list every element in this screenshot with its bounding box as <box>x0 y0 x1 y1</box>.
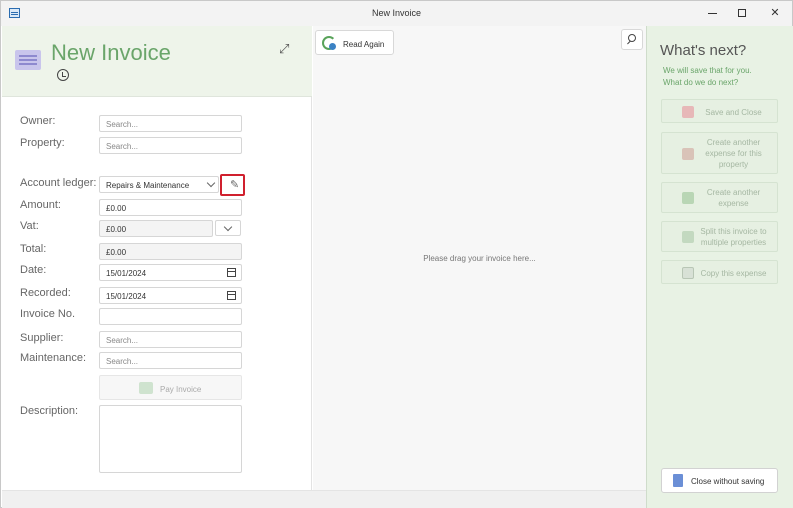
supplier-label: Supplier: <box>20 332 64 344</box>
create-expense-for-property-label: Create another expense for this property <box>705 138 762 169</box>
whats-next-title: What's next? <box>660 42 747 59</box>
trash-icon <box>673 474 683 487</box>
subtitle-line-2: What do we do next? <box>663 78 739 87</box>
minimize-button[interactable] <box>698 4 726 23</box>
date-input[interactable]: 15/01/2024 <box>99 264 242 281</box>
edit-ledger-button[interactable]: ✎ <box>220 174 245 196</box>
create-another-expense-button[interactable]: Create another expense <box>661 182 778 213</box>
read-again-button[interactable]: Read Again <box>315 30 394 55</box>
maximize-button[interactable] <box>728 4 756 23</box>
page-title: New Invoice <box>51 40 171 65</box>
recorded-label: Recorded: <box>20 287 71 299</box>
split-invoice-label: Split this invoice to multiple propertie… <box>700 227 767 247</box>
description-textarea[interactable] <box>99 405 242 473</box>
gear-icon <box>329 43 336 50</box>
chevron-down-icon <box>206 178 216 188</box>
close-without-saving-label: Close without saving <box>691 477 765 486</box>
maintenance-search-input[interactable]: Search... <box>99 352 242 369</box>
owner-label: Owner: <box>20 115 56 127</box>
expand-icon[interactable]: ⤢ <box>279 42 293 56</box>
account-ledger-select[interactable]: Repairs & Maintenance <box>99 176 219 193</box>
date-value: 15/01/2024 <box>106 269 147 278</box>
window-title: New Invoice <box>371 8 422 18</box>
read-again-label: Read Again <box>343 40 385 49</box>
pay-invoice-button[interactable]: Pay Invoice <box>99 375 242 400</box>
split-invoice-button[interactable]: Split this invoice to multiple propertie… <box>661 221 778 252</box>
vat-rate-dropdown[interactable] <box>215 220 241 236</box>
create-another-expense-label: Create another expense <box>706 188 761 208</box>
history-icon[interactable] <box>57 69 69 81</box>
supplier-search-input[interactable]: Search... <box>99 331 242 348</box>
account-ledger-value: Repairs & Maintenance <box>106 181 190 190</box>
maintenance-label: Maintenance: <box>20 352 87 364</box>
invoice-window: New Invoice ✕ New Invoice ⤢ Owner: Searc… <box>0 0 793 508</box>
vat-label: Vat: <box>20 220 39 232</box>
invoice-icon <box>15 50 41 70</box>
copy-expense-button[interactable]: Copy this expense <box>661 260 778 284</box>
amount-label: Amount: <box>20 199 61 211</box>
property-label: Property: <box>20 137 65 149</box>
amount-input[interactable]: £0.00 <box>99 199 242 216</box>
property-search-input[interactable]: Search... <box>99 137 242 154</box>
save-and-close-label: Save and Close <box>705 108 762 117</box>
total-label: Total: <box>20 243 47 255</box>
drag-hint: Please drag your invoice here... <box>423 254 536 263</box>
calendar-icon[interactable] <box>227 291 236 300</box>
pay-invoice-label: Pay Invoice <box>160 385 202 394</box>
whats-next-subtitle: We will save that for you. What do we do… <box>663 65 783 89</box>
total-value: £0.00 <box>99 243 242 260</box>
account-ledger-label: Account ledger: <box>20 177 97 189</box>
money-icon <box>139 382 153 394</box>
title-bar: New Invoice ✕ <box>1 1 792 26</box>
recorded-value: 15/01/2024 <box>106 292 147 301</box>
status-bar <box>2 490 646 508</box>
invoice-no-input[interactable] <box>99 308 242 325</box>
calendar-icon[interactable] <box>227 268 236 277</box>
owner-search-input[interactable]: Search... <box>99 115 242 132</box>
vat-input[interactable]: £0.00 <box>99 220 213 237</box>
search-button[interactable] <box>621 29 643 50</box>
close-window-button[interactable]: ✕ <box>761 4 789 23</box>
invoice-no-label: Invoice No. <box>20 308 76 320</box>
search-icon-handle <box>627 40 631 45</box>
description-label: Description: <box>20 405 79 417</box>
close-without-saving-button[interactable]: Close without saving <box>661 468 778 493</box>
recorded-date-input[interactable]: 15/01/2024 <box>99 287 242 304</box>
pencil-icon: ✎ <box>230 179 240 191</box>
date-label: Date: <box>20 264 47 276</box>
subtitle-line-1: We will save that for you. <box>663 66 752 75</box>
copy-expense-label: Copy this expense <box>700 269 767 278</box>
save-and-close-button[interactable]: Save and Close <box>661 99 778 123</box>
form-header: New Invoice ⤢ <box>2 26 312 97</box>
chevron-down-icon <box>223 222 233 232</box>
create-expense-for-property-button[interactable]: Create another expense for this property <box>661 132 778 174</box>
